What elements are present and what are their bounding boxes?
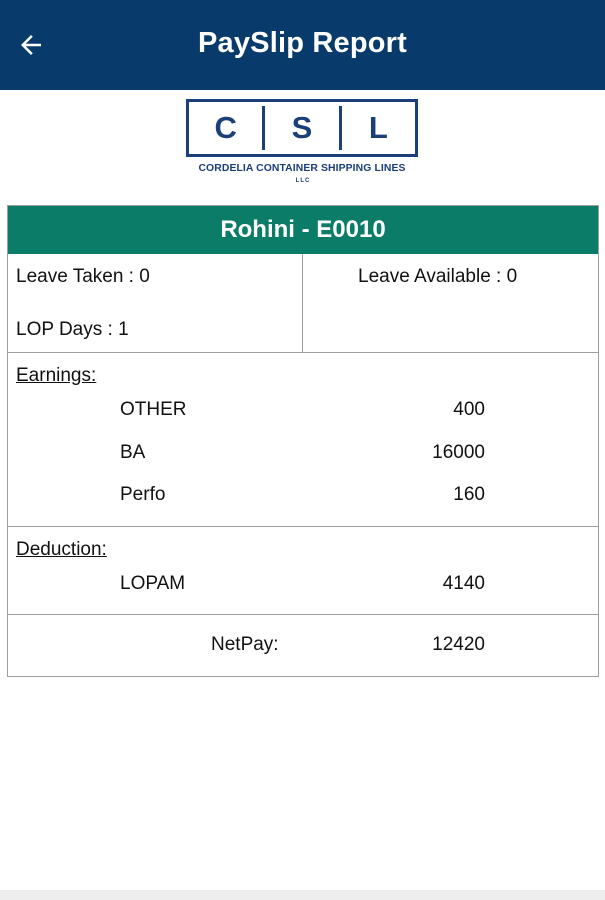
logo-box-c: C — [189, 106, 266, 150]
leave-available: Leave Available : 0 — [358, 266, 518, 287]
earnings-title: Earnings: — [16, 365, 97, 386]
employee-name-id: Rohini - E0010 — [220, 216, 386, 243]
logo-box-s: S — [265, 106, 342, 150]
logo-letter-boxes: C S L — [186, 99, 418, 157]
logo-company-name: CORDELIA CONTAINER SHIPPING LINES — [198, 163, 406, 174]
netpay-section: NetPay: 12420 — [8, 615, 598, 676]
bottom-edge — [0, 890, 605, 900]
lop-days: LOP Days : 1 — [16, 319, 129, 340]
deduction-section: Deduction: LOPAM 4140 — [8, 527, 598, 615]
deduction-value-lopam: 4140 — [442, 573, 485, 594]
app-bar: PaySlip Report — [0, 0, 605, 90]
deduction-label-lopam: LOPAM — [120, 573, 186, 594]
leave-divider — [302, 254, 303, 352]
employee-header: Rohini - E0010 — [8, 206, 598, 254]
earnings-section: Earnings: OTHER 400 BA 16000 Perfo 160 — [8, 353, 598, 527]
company-logo: C S L CORDELIA CONTAINER SHIPPING LINES … — [186, 99, 420, 189]
earning-label-other: OTHER — [120, 399, 187, 420]
earning-label-ba: BA — [120, 442, 146, 463]
logo-box-l: L — [368, 110, 388, 145]
logo-suffix: LLC — [295, 178, 311, 184]
earning-value-ba: 16000 — [432, 442, 485, 463]
earning-value-other: 400 — [453, 399, 485, 420]
earning-value-perfo: 160 — [453, 484, 485, 505]
payslip-card: Rohini - E0010 Leave Taken : 0 Leave Ava… — [7, 205, 599, 677]
netpay-value: 12420 — [432, 634, 485, 655]
page-title: PaySlip Report — [197, 27, 408, 59]
deduction-title: Deduction: — [16, 539, 107, 560]
netpay-label: NetPay: — [211, 634, 279, 655]
earning-label-perfo: Perfo — [120, 484, 166, 505]
leave-taken: Leave Taken : 0 — [16, 266, 150, 287]
leave-section: Leave Taken : 0 Leave Available : 0 LOP … — [8, 254, 598, 353]
